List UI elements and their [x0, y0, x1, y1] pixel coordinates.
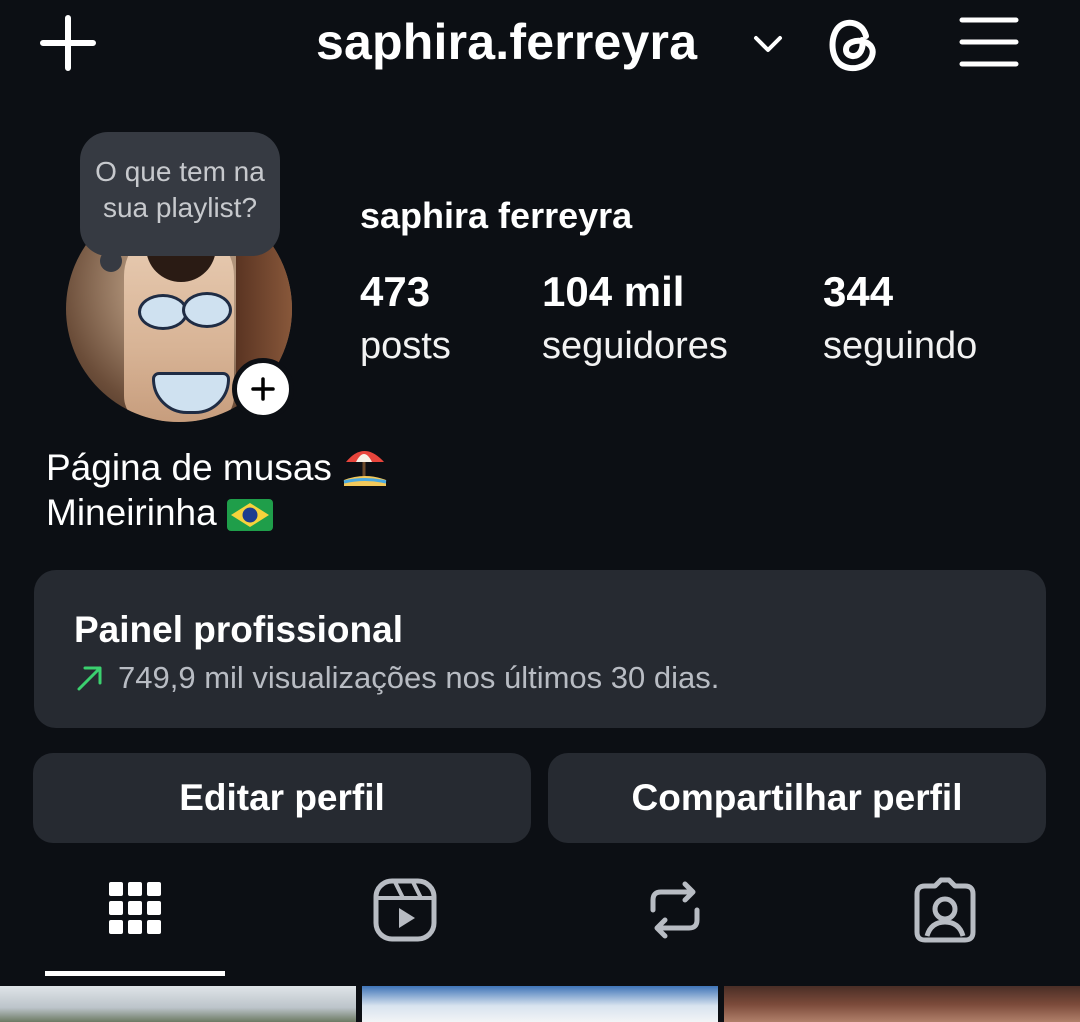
bio-line-2: Mineirinha	[46, 489, 273, 543]
reels-icon[interactable]	[371, 876, 439, 944]
followers-label[interactable]: seguidores	[542, 322, 728, 370]
posts-label[interactable]: posts	[360, 322, 451, 370]
bio-text: Mineirinha	[46, 492, 217, 533]
dashboard-title: Painel profissional	[74, 609, 403, 650]
brazil-flag-emoji	[226, 495, 273, 543]
chevron-down-icon[interactable]	[750, 26, 786, 62]
posts-count[interactable]: 473	[360, 266, 430, 318]
post-thumbnail[interactable]	[724, 986, 1080, 1022]
followers-count[interactable]: 104 mil	[542, 266, 684, 318]
note-bubble[interactable]: O que tem na sua playlist?	[80, 132, 280, 256]
bio-text: Página de musas	[46, 447, 332, 488]
following-count[interactable]: 344	[823, 266, 893, 318]
beach-umbrella-emoji	[342, 444, 388, 498]
reposts-icon[interactable]	[641, 876, 709, 944]
add-story-button[interactable]	[232, 358, 294, 420]
trend-up-icon	[74, 662, 106, 694]
edit-profile-button[interactable]: Editar perfil	[33, 753, 531, 843]
post-thumbnail[interactable]	[362, 986, 718, 1022]
share-profile-button[interactable]: Compartilhar perfil	[548, 753, 1046, 843]
profile-username[interactable]: saphira.ferreyra	[316, 12, 697, 72]
following-label[interactable]: seguindo	[823, 322, 977, 370]
plus-icon	[251, 377, 275, 401]
tagged-icon[interactable]	[911, 876, 979, 944]
dashboard-subtitle: 749,9 mil visualizações nos últimos 30 d…	[118, 660, 720, 695]
display-name: saphira ferreyra	[360, 195, 633, 236]
threads-icon[interactable]	[822, 14, 882, 74]
post-thumbnail[interactable]	[0, 986, 356, 1022]
plus-icon[interactable]	[38, 14, 98, 72]
grid-icon[interactable]	[101, 876, 169, 944]
active-tab-indicator	[45, 971, 225, 976]
menu-icon[interactable]	[958, 14, 1020, 70]
